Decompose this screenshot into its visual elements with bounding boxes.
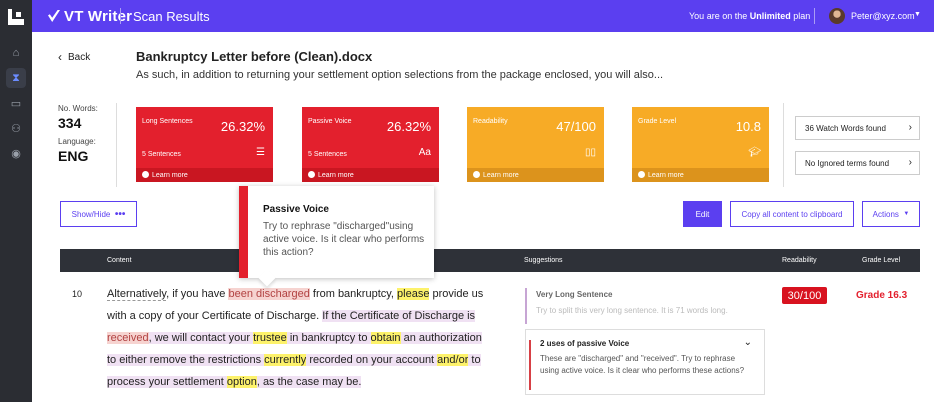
book-icon: ▯▯ (584, 147, 596, 158)
avatar[interactable] (829, 8, 845, 24)
card-grade-level[interactable]: Grade Level 10.8 🎓︎ Learn more (632, 107, 769, 182)
suggestion-passive-voice[interactable]: 2 uses of passive Voice ⌄ These are "dis… (525, 329, 765, 395)
passive-highlight[interactable]: received (107, 332, 149, 344)
document-stats: No. Words: 334 Language: ENG (58, 104, 118, 170)
learn-more-link[interactable]: Learn more (467, 168, 604, 182)
more-dots-icon: ••• (114, 208, 126, 220)
row-number: 10 (72, 289, 83, 299)
check-icon (48, 10, 60, 22)
table-row-content[interactable]: Alternatively, if you have been discharg… (107, 283, 487, 393)
word-count-value: 334 (58, 115, 82, 131)
passive-voice-tooltip: Passive Voice Try to rephrase "discharge… (239, 186, 434, 287)
home-icon[interactable]: ⌂ (6, 43, 26, 63)
back-button[interactable]: ‹ Back (58, 50, 90, 64)
user-email[interactable]: Peter@xyz.com (851, 11, 915, 21)
watchword-highlight[interactable]: please (397, 288, 430, 300)
plan-info: You are on the Unlimited plan (689, 11, 811, 21)
language-value: ENG (58, 148, 89, 164)
card-readability[interactable]: Readability 47/100 ▯▯ Learn more (467, 107, 604, 182)
app-logo-icon (8, 9, 24, 25)
sidebar: ⌂ ⧗ ▭ ⚇ ◉ (0, 0, 32, 402)
top-bar: VT Writer Scan Results You are on the Un… (32, 0, 934, 32)
battery-icon[interactable]: ▭ (6, 93, 26, 113)
readability-badge: 30/100 (782, 287, 827, 304)
watchword-highlight[interactable]: currently (264, 354, 307, 366)
chevron-down-icon[interactable]: ▼ (914, 11, 921, 18)
info-icon (142, 171, 149, 178)
watchword-highlight[interactable]: obtain (370, 332, 401, 344)
chevron-left-icon: ‹ (58, 50, 62, 64)
page-title: Scan Results (133, 9, 210, 24)
grade-level-value: Grade 16.3 (856, 290, 908, 301)
users-icon[interactable]: ⚇ (6, 118, 26, 138)
learn-more-link[interactable]: Learn more (302, 168, 439, 182)
learn-more-link[interactable]: Learn more (632, 168, 769, 182)
chevron-right-icon: › (908, 122, 912, 133)
graduation-cap-icon: 🎓︎ (748, 147, 761, 158)
edit-button[interactable]: Edit (683, 201, 722, 227)
word-count-label: No. Words: (58, 104, 98, 113)
document-excerpt: As such, in addition to returning your s… (136, 69, 664, 81)
eye-icon[interactable]: ◉ (6, 143, 26, 163)
ignored-terms-link[interactable]: No Ignored terms found › (795, 151, 920, 175)
chevron-down-icon: ▼ (903, 211, 910, 217)
language-label: Language: (58, 137, 96, 146)
info-icon (638, 171, 645, 178)
chevron-right-icon: › (908, 157, 912, 168)
hourglass-icon[interactable]: ⧗ (6, 68, 26, 88)
document-title: Bankruptcy Letter before (Clean).docx (136, 49, 373, 64)
passive-highlight[interactable]: been discharged (228, 288, 310, 300)
watchword-highlight[interactable]: trustee (253, 332, 287, 344)
learn-more-link[interactable]: Learn more (136, 168, 273, 182)
watchword-highlight[interactable]: option (226, 376, 257, 388)
actions-dropdown[interactable]: Actions ▼ (862, 201, 920, 227)
watchword-highlight[interactable]: and/or (437, 354, 469, 366)
card-passive-voice[interactable]: Passive Voice 26.32% 5 Sentences Aa Lear… (302, 107, 439, 182)
info-icon (473, 171, 480, 178)
table-header: Content Suggestions Readability Grade Le… (60, 249, 920, 272)
info-icon (308, 171, 315, 178)
text-aa-icon: Aa (418, 147, 431, 158)
suggestion-long-sentence[interactable]: Very Long Sentence Try to split this ver… (525, 288, 765, 324)
card-long-sentences[interactable]: Long Sentences 26.32% 5 Sentences ☰ Lear… (136, 107, 273, 182)
show-hide-button[interactable]: Show/Hide ••• (60, 201, 137, 227)
copy-content-button[interactable]: Copy all content to clipboard (730, 201, 854, 227)
list-icon: ☰ (256, 147, 265, 158)
watch-words-link[interactable]: 36 Watch Words found › (795, 116, 920, 140)
chevron-down-icon[interactable]: ⌄ (744, 337, 752, 348)
